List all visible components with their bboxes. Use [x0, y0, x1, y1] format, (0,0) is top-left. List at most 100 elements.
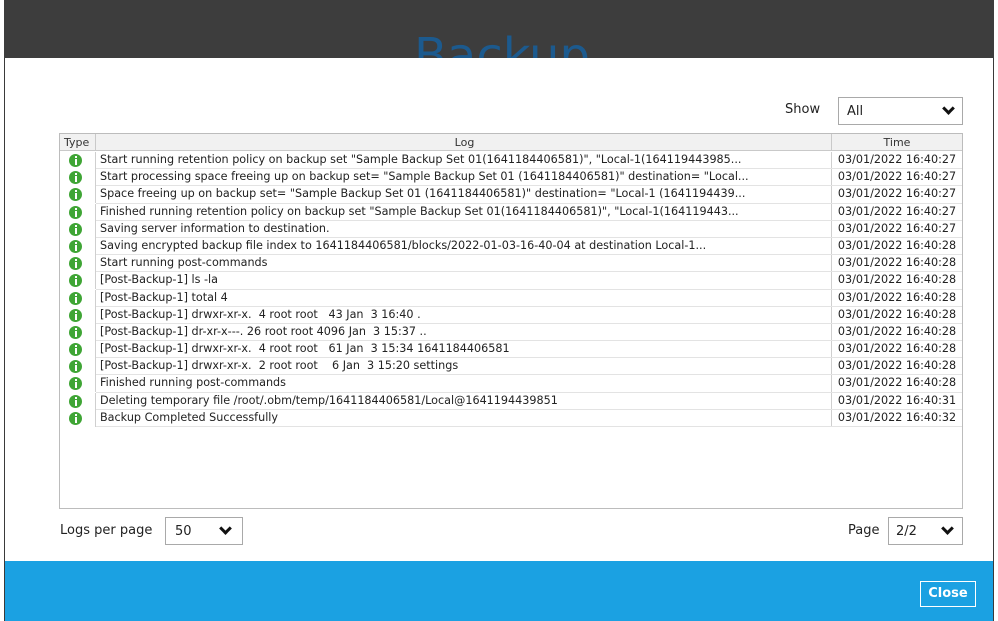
column-divider[interactable]	[831, 134, 832, 151]
info-icon	[69, 171, 82, 185]
log-time: 03/01/2022 16:40:27	[837, 187, 957, 201]
close-button[interactable]: Close	[920, 581, 976, 607]
window-border-right	[993, 0, 994, 621]
log-time: 03/01/2022 16:40:31	[837, 393, 957, 407]
column-divider	[95, 237, 96, 255]
log-message: Start running retention policy on backup…	[100, 153, 742, 166]
info-icon	[69, 205, 82, 219]
log-time: 03/01/2022 16:40:28	[837, 342, 957, 356]
column-divider[interactable]	[95, 134, 96, 151]
log-time: 03/01/2022 16:40:28	[837, 359, 957, 373]
column-header-time[interactable]: Time	[832, 136, 962, 149]
column-divider	[95, 289, 96, 307]
info-icon	[69, 291, 82, 305]
log-message: Saving server information to destination…	[100, 221, 330, 235]
log-message: Finished running retention policy on bac…	[100, 204, 739, 218]
log-table: Type Log Time Start running retention po…	[59, 133, 963, 509]
info-icon	[69, 343, 82, 357]
log-time: 03/01/2022 16:40:27	[837, 221, 957, 235]
table-row[interactable]: [Post-Backup-1] dr-xr-x---. 26 root root…	[60, 323, 962, 342]
log-time: 03/01/2022 16:40:28	[837, 324, 957, 338]
table-row[interactable]: [Post-Backup-1] total 4 03/01/2022 16:40:…	[60, 289, 962, 307]
column-header-type[interactable]: Type	[64, 136, 89, 149]
table-row[interactable]: [Post-Backup-1] drwxr-xr-x. 2 root root …	[60, 358, 962, 376]
dialog-footer: Close	[5, 561, 993, 621]
info-icon	[69, 239, 82, 253]
background-header: Backup	[4, 0, 994, 58]
info-icon	[69, 411, 82, 425]
logs-per-page-value: 50	[175, 524, 192, 539]
log-message: Start processing space freeing up on bac…	[100, 170, 749, 184]
log-message: Deleting temporary file /root/.obm/temp/…	[100, 393, 558, 407]
background-title: Backup	[414, 28, 590, 58]
chevron-down-icon	[941, 522, 954, 535]
table-row[interactable]: [Post-Backup-1] drwxr-xr-x. 4 root root …	[60, 306, 962, 324]
column-divider	[95, 255, 96, 273]
log-message: [Post-Backup-1] drwxr-xr-x. 4 root root …	[100, 307, 421, 321]
log-message: Finished running post-commands	[100, 376, 286, 390]
log-time: 03/01/2022 16:40:28	[837, 376, 957, 390]
table-row[interactable]: Saving server information to destination…	[60, 220, 962, 238]
info-icon	[69, 360, 82, 374]
table-row[interactable]: Finished running post-commands 03/01/2022…	[60, 375, 962, 393]
log-time: 03/01/2022 16:40:28	[837, 307, 957, 321]
column-divider	[95, 272, 96, 290]
page-label: Page	[848, 523, 880, 538]
table-row[interactable]: Start running retention policy on backup…	[60, 152, 962, 170]
log-time: 03/01/2022 16:40:28	[837, 256, 957, 270]
log-time: 03/01/2022 16:40:27	[837, 170, 957, 184]
table-row[interactable]: [Post-Backup-1] ls -la 03/01/2022 16:40:2…	[60, 272, 962, 290]
info-icon	[69, 188, 82, 202]
show-filter-label: Show	[785, 102, 821, 117]
column-divider	[95, 392, 96, 410]
log-time: 03/01/2022 16:40:27	[837, 153, 957, 166]
log-message: Saving encrypted backup file index to 16…	[100, 238, 707, 252]
info-icon	[69, 274, 82, 288]
table-row[interactable]: [Post-Backup-1] drwxr-xr-x. 4 root root …	[60, 341, 962, 359]
log-time: 03/01/2022 16:40:27	[837, 204, 957, 218]
info-icon	[69, 257, 82, 271]
show-filter-select[interactable]: All	[838, 97, 963, 125]
column-divider	[95, 409, 96, 427]
table-row[interactable]: Start processing space freeing up on bac…	[60, 169, 962, 187]
info-icon	[69, 222, 82, 236]
row-divider	[96, 426, 962, 427]
column-divider	[95, 375, 96, 393]
column-divider	[95, 306, 96, 324]
column-divider	[95, 152, 96, 169]
info-icon	[69, 377, 82, 391]
show-filter-value: All	[847, 104, 864, 119]
table-row[interactable]: Backup Completed Successfully 03/01/2022 …	[60, 409, 962, 427]
info-icon	[69, 308, 82, 322]
log-message: [Post-Backup-1] drwxr-xr-x. 4 root root …	[100, 342, 510, 356]
column-divider	[95, 203, 96, 221]
page-value: 2/2	[896, 524, 917, 539]
column-divider	[95, 323, 96, 341]
log-message: Backup Completed Successfully	[100, 410, 279, 424]
column-divider	[95, 358, 96, 376]
log-message: [Post-Backup-1] drwxr-xr-x. 2 root root …	[100, 359, 459, 373]
log-message: Start running post-commands	[100, 256, 268, 270]
column-divider	[95, 341, 96, 359]
table-body: Start running retention policy on backup…	[60, 152, 962, 427]
log-time: 03/01/2022 16:40:28	[837, 238, 957, 252]
info-icon	[69, 394, 82, 408]
log-time: 03/01/2022 16:40:28	[837, 290, 957, 304]
log-message: Space freeing up on backup set= "Sample …	[100, 187, 746, 201]
table-row[interactable]: Deleting temporary file /root/.obm/temp/…	[60, 392, 962, 410]
logs-per-page-select[interactable]: 50	[165, 517, 243, 545]
table-row[interactable]: Start running post-commands 03/01/2022 16…	[60, 255, 962, 273]
table-row[interactable]: Space freeing up on backup set= "Sample …	[60, 186, 962, 204]
info-icon	[69, 154, 82, 167]
logs-per-page-label: Logs per page	[60, 523, 153, 538]
column-divider	[95, 220, 96, 238]
column-header-log[interactable]: Log	[97, 136, 832, 149]
table-row[interactable]: Saving encrypted backup file index to 16…	[60, 237, 962, 256]
table-header: Type Log Time	[60, 134, 962, 151]
page-select[interactable]: 2/2	[888, 517, 963, 545]
log-message: [Post-Backup-1] total 4	[100, 290, 228, 304]
log-time: 03/01/2022 16:40:32	[837, 410, 957, 424]
table-row[interactable]: Finished running retention policy on bac…	[60, 203, 962, 221]
info-icon	[69, 325, 82, 339]
log-message: [Post-Backup-1] dr-xr-x---. 26 root root…	[100, 324, 427, 338]
